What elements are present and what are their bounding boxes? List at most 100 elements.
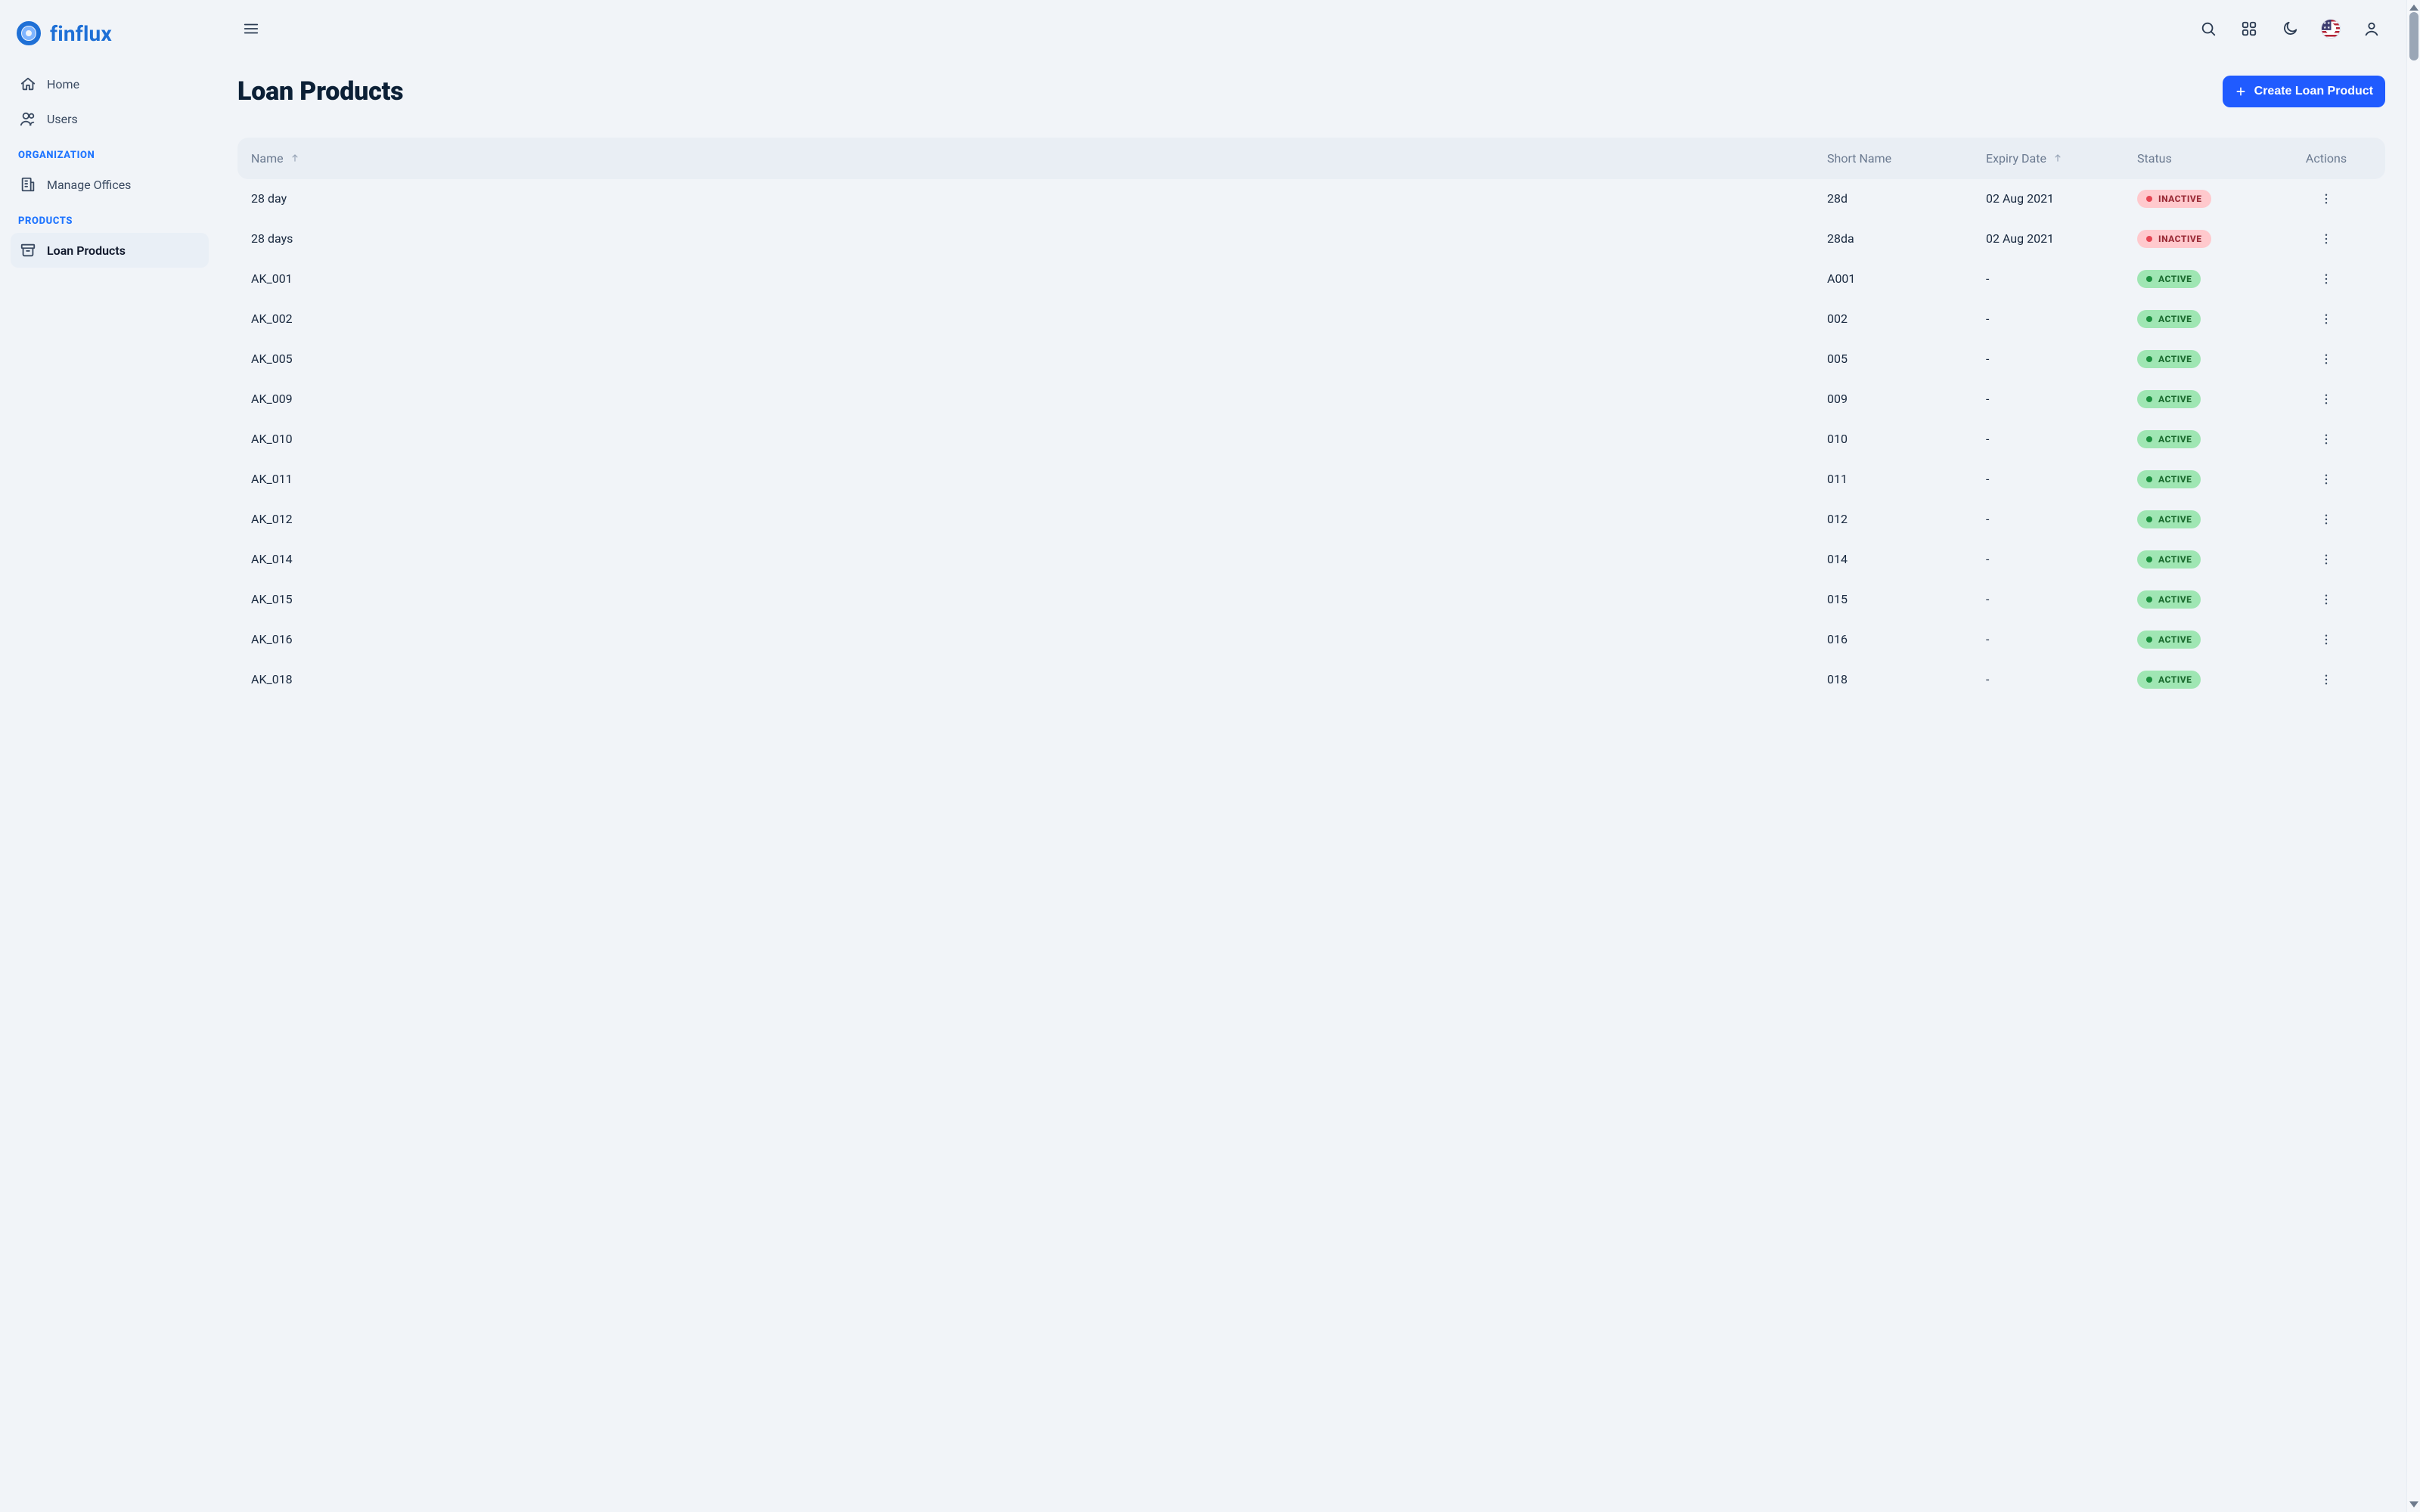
search-button[interactable]	[2195, 15, 2222, 42]
table-row[interactable]: AK_015015-ACTIVE	[237, 579, 2385, 619]
row-actions-button[interactable]	[2319, 271, 2334, 287]
moon-icon	[2282, 20, 2298, 37]
row-actions-button[interactable]	[2319, 231, 2334, 246]
status-badge: ACTIVE	[2137, 430, 2201, 448]
row-actions-button[interactable]	[2319, 392, 2334, 407]
home-icon	[20, 76, 36, 92]
row-actions-button[interactable]	[2319, 352, 2334, 367]
row-actions-button[interactable]	[2319, 592, 2334, 607]
cell-name: AK_001	[251, 271, 1827, 286]
cell-short-name: 28d	[1827, 191, 1986, 206]
row-actions-button[interactable]	[2319, 672, 2334, 687]
sidebar-item-label: Loan Products	[47, 243, 126, 258]
table-row[interactable]: AK_016016-ACTIVE	[237, 619, 2385, 659]
status-dot-icon	[2146, 637, 2152, 643]
topbar	[219, 0, 2403, 42]
cell-short-name: A001	[1827, 271, 1986, 286]
profile-button[interactable]	[2358, 15, 2385, 42]
locale-button[interactable]	[2317, 15, 2344, 42]
cell-expiry: -	[1986, 311, 2137, 326]
page-title: Loan Products	[237, 76, 403, 107]
cell-status: ACTIVE	[2137, 470, 2281, 488]
sidebar-section-title: ORGANIZATION	[11, 136, 209, 167]
cell-expiry: -	[1986, 592, 2137, 606]
th-status[interactable]: Status	[2137, 151, 2281, 166]
apps-button[interactable]	[2235, 15, 2263, 42]
kebab-icon	[2319, 312, 2333, 326]
search-icon	[2200, 20, 2217, 37]
table-row[interactable]: AK_009009-ACTIVE	[237, 379, 2385, 419]
main: Loan Products Create Loan Product Name S…	[219, 0, 2420, 1512]
status-badge: INACTIVE	[2137, 190, 2211, 208]
cell-actions	[2281, 472, 2372, 487]
th-status-label: Status	[2137, 151, 2172, 166]
status-label: ACTIVE	[2158, 434, 2192, 445]
menu-button[interactable]	[237, 15, 265, 42]
th-short-name[interactable]: Short Name	[1827, 151, 1986, 166]
brand-name: finflux	[50, 21, 112, 46]
th-expiry[interactable]: Expiry Date	[1986, 151, 2137, 166]
kebab-icon	[2319, 232, 2333, 246]
cell-short-name: 005	[1827, 352, 1986, 366]
th-name[interactable]: Name	[251, 151, 1827, 166]
status-label: ACTIVE	[2158, 274, 2192, 284]
cell-expiry: -	[1986, 512, 2137, 526]
cell-status: ACTIVE	[2137, 390, 2281, 408]
page-scrollbar[interactable]	[2406, 0, 2420, 1512]
cell-short-name: 018	[1827, 672, 1986, 686]
table-row[interactable]: AK_018018-ACTIVE	[237, 659, 2385, 692]
content: Name Short Name Expiry Date Status Act	[237, 138, 2385, 692]
cell-short-name: 016	[1827, 632, 1986, 646]
sidebar-item-home[interactable]: Home	[11, 67, 209, 101]
cell-status: ACTIVE	[2137, 310, 2281, 328]
cell-short-name: 002	[1827, 311, 1986, 326]
table-row[interactable]: AK_005005-ACTIVE	[237, 339, 2385, 379]
cell-actions	[2281, 512, 2372, 527]
row-actions-button[interactable]	[2319, 552, 2334, 567]
cell-expiry: -	[1986, 432, 2137, 446]
status-label: ACTIVE	[2158, 634, 2192, 645]
row-actions-button[interactable]	[2319, 191, 2334, 206]
sidebar-item-label: Manage Offices	[47, 178, 131, 192]
th-expiry-label: Expiry Date	[1986, 151, 2046, 166]
status-badge: ACTIVE	[2137, 671, 2201, 689]
status-badge: ACTIVE	[2137, 631, 2201, 649]
table-row[interactable]: 28 days28da02 Aug 2021INACTIVE	[237, 218, 2385, 259]
kebab-icon	[2319, 593, 2333, 606]
table-row[interactable]: AK_014014-ACTIVE	[237, 539, 2385, 579]
cell-expiry: -	[1986, 392, 2137, 406]
row-actions-button[interactable]	[2319, 432, 2334, 447]
sidebar-item-manage-offices[interactable]: Manage Offices	[11, 167, 209, 202]
kebab-icon	[2319, 633, 2333, 646]
theme-toggle[interactable]	[2276, 15, 2304, 42]
cell-status: INACTIVE	[2137, 190, 2281, 208]
table-row[interactable]: AK_012012-ACTIVE	[237, 499, 2385, 539]
create-loan-product-button[interactable]: Create Loan Product	[2223, 76, 2385, 107]
scrollbar-thumb[interactable]	[2409, 12, 2418, 60]
row-actions-button[interactable]	[2319, 311, 2334, 327]
sidebar-item-users[interactable]: Users	[11, 101, 209, 136]
row-actions-button[interactable]	[2319, 512, 2334, 527]
sidebar-item-loan-products[interactable]: Loan Products	[11, 233, 209, 268]
users-icon	[20, 110, 36, 127]
sidebar-section-title: PRODUCTS	[11, 202, 209, 233]
table-row[interactable]: AK_010010-ACTIVE	[237, 419, 2385, 459]
th-actions: Actions	[2281, 151, 2372, 166]
table-row[interactable]: AK_011011-ACTIVE	[237, 459, 2385, 499]
status-label: ACTIVE	[2158, 554, 2192, 565]
row-actions-button[interactable]	[2319, 472, 2334, 487]
status-dot-icon	[2146, 316, 2152, 322]
cell-name: AK_010	[251, 432, 1827, 446]
cell-status: ACTIVE	[2137, 631, 2281, 649]
grid-icon	[2241, 20, 2257, 37]
status-badge: ACTIVE	[2137, 310, 2201, 328]
status-dot-icon	[2146, 516, 2152, 522]
table-row[interactable]: AK_001A001-ACTIVE	[237, 259, 2385, 299]
topbar-left	[237, 15, 265, 42]
status-dot-icon	[2146, 396, 2152, 402]
cell-actions	[2281, 231, 2372, 246]
brand-logo: finflux	[11, 14, 209, 62]
table-row[interactable]: 28 day28d02 Aug 2021INACTIVE	[237, 179, 2385, 218]
table-row[interactable]: AK_002002-ACTIVE	[237, 299, 2385, 339]
row-actions-button[interactable]	[2319, 632, 2334, 647]
